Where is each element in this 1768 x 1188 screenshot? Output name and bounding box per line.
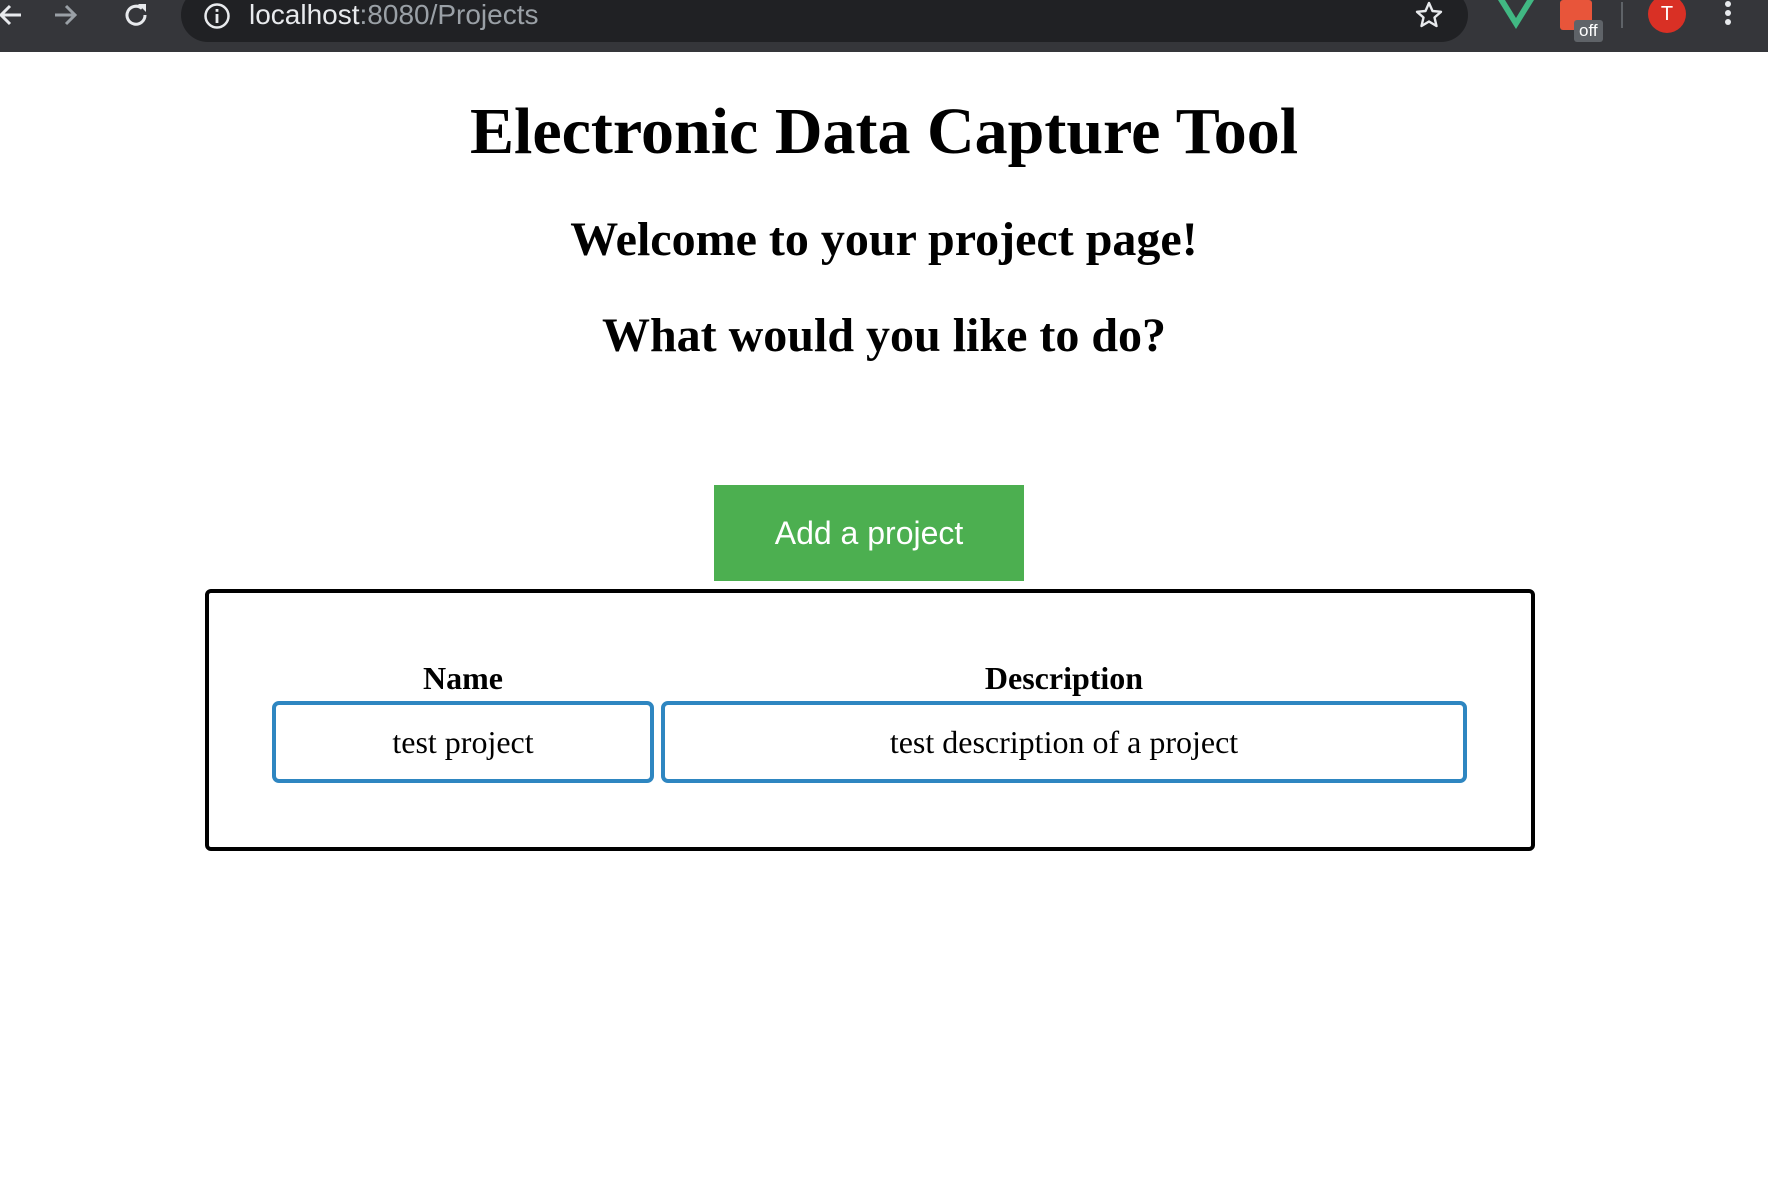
info-icon[interactable] <box>203 2 231 35</box>
add-project-button[interactable]: Add a project <box>714 485 1024 581</box>
more-menu-icon[interactable] <box>1722 0 1734 35</box>
project-description-cell[interactable]: test description of a project <box>661 701 1467 783</box>
address-bar[interactable]: localhost:8080/Projects <box>181 0 1468 42</box>
url-host: localhost <box>249 0 360 30</box>
url-path: :8080/Projects <box>359 0 539 30</box>
back-arrow-icon[interactable] <box>0 0 26 30</box>
forward-arrow-icon[interactable] <box>50 0 80 30</box>
profile-avatar[interactable]: T <box>1648 0 1686 33</box>
vue-devtools-icon[interactable] <box>1496 0 1536 35</box>
bookmark-star-icon[interactable] <box>1414 0 1444 35</box>
project-name-cell[interactable]: test project <box>272 701 654 783</box>
column-header-name: Name <box>423 660 503 696</box>
toolbar-divider <box>1621 2 1623 28</box>
column-header-description: Description <box>984 660 1144 696</box>
page-title: Electronic Data Capture Tool <box>469 95 1299 168</box>
welcome-heading: Welcome to your project page! <box>570 213 1198 266</box>
extension-icon[interactable]: off <box>1560 0 1603 42</box>
browser-toolbar: localhost:8080/Projects off T <box>0 0 1768 52</box>
extension-badge: off <box>1574 20 1603 42</box>
question-heading: What would you like to do? <box>601 309 1167 362</box>
reload-icon[interactable] <box>120 0 152 30</box>
url-text[interactable]: localhost:8080/Projects <box>249 0 539 30</box>
